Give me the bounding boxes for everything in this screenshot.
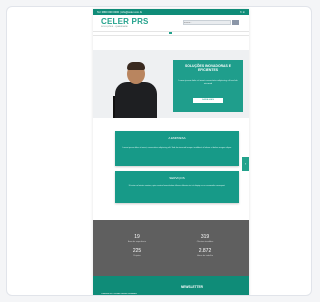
preview-card: Tel: 0800 000 0000 | info@celer.com.br f…	[6, 6, 312, 296]
stat-label: Projetos	[133, 255, 141, 257]
about-text: Lorem ipsum dolor sit amet, consectetur …	[122, 147, 232, 149]
services-heading: SERVIÇOS	[169, 176, 185, 180]
person-body	[115, 82, 157, 118]
brand-logo[interactable]: CELER PRS	[101, 17, 149, 26]
footer-title: NEWSLETTER	[181, 285, 203, 289]
hero-banner: SOLUÇÕES INOVADORAS E EFICIENTES Lorem i…	[93, 50, 249, 118]
hero-text: Lorem ipsum dolor sit amet consectetur a…	[178, 80, 238, 85]
stat-label: Clientes atendidos	[196, 241, 214, 243]
services-box: SERVIÇOS Ut enim ad minim veniam, quis n…	[115, 171, 239, 203]
stat-value: 225	[132, 248, 142, 254]
about-heading: A EMPRESA	[168, 136, 186, 140]
menu-icon[interactable]	[169, 32, 172, 34]
hero-button[interactable]: SAIBA MAIS	[193, 98, 223, 103]
stat-value: 2.872	[198, 248, 212, 254]
search-input[interactable]	[183, 20, 231, 25]
services-text: Ut enim ad minim veniam, quis nostrud ex…	[128, 185, 226, 187]
brand-tagline: SOLUÇÕES · QUALIDADE	[101, 26, 128, 28]
social-icons[interactable]: f t in	[240, 11, 245, 14]
person-hair	[127, 62, 145, 70]
top-bar: Tel: 0800 000 0000 | info@celer.com.br f…	[93, 9, 249, 15]
about-box: A EMPRESA Lorem ipsum dolor sit amet, co…	[115, 131, 239, 166]
stats-section: 19 Anos de experiência 319 Clientes aten…	[93, 220, 249, 276]
side-tab-icon[interactable]: ›	[242, 157, 249, 171]
search-button[interactable]	[232, 20, 239, 25]
contact-info: Tel: 0800 000 0000 | info@celer.com.br	[97, 10, 143, 14]
hero-title: SOLUÇÕES INOVADORAS E EFICIENTES	[185, 64, 231, 72]
stat-value: 319	[200, 234, 210, 240]
stat-label: Anos de experiência	[127, 241, 147, 243]
website-thumbnail: Tel: 0800 000 0000 | info@celer.com.br f…	[93, 9, 249, 295]
stat-label: Horas de trabalho	[197, 255, 213, 257]
footer: Cadastre-se e receba nossas novidades	[93, 276, 249, 295]
stat-value: 19	[134, 234, 140, 240]
footer-note: Cadastre-se e receba nossas novidades	[101, 293, 137, 295]
